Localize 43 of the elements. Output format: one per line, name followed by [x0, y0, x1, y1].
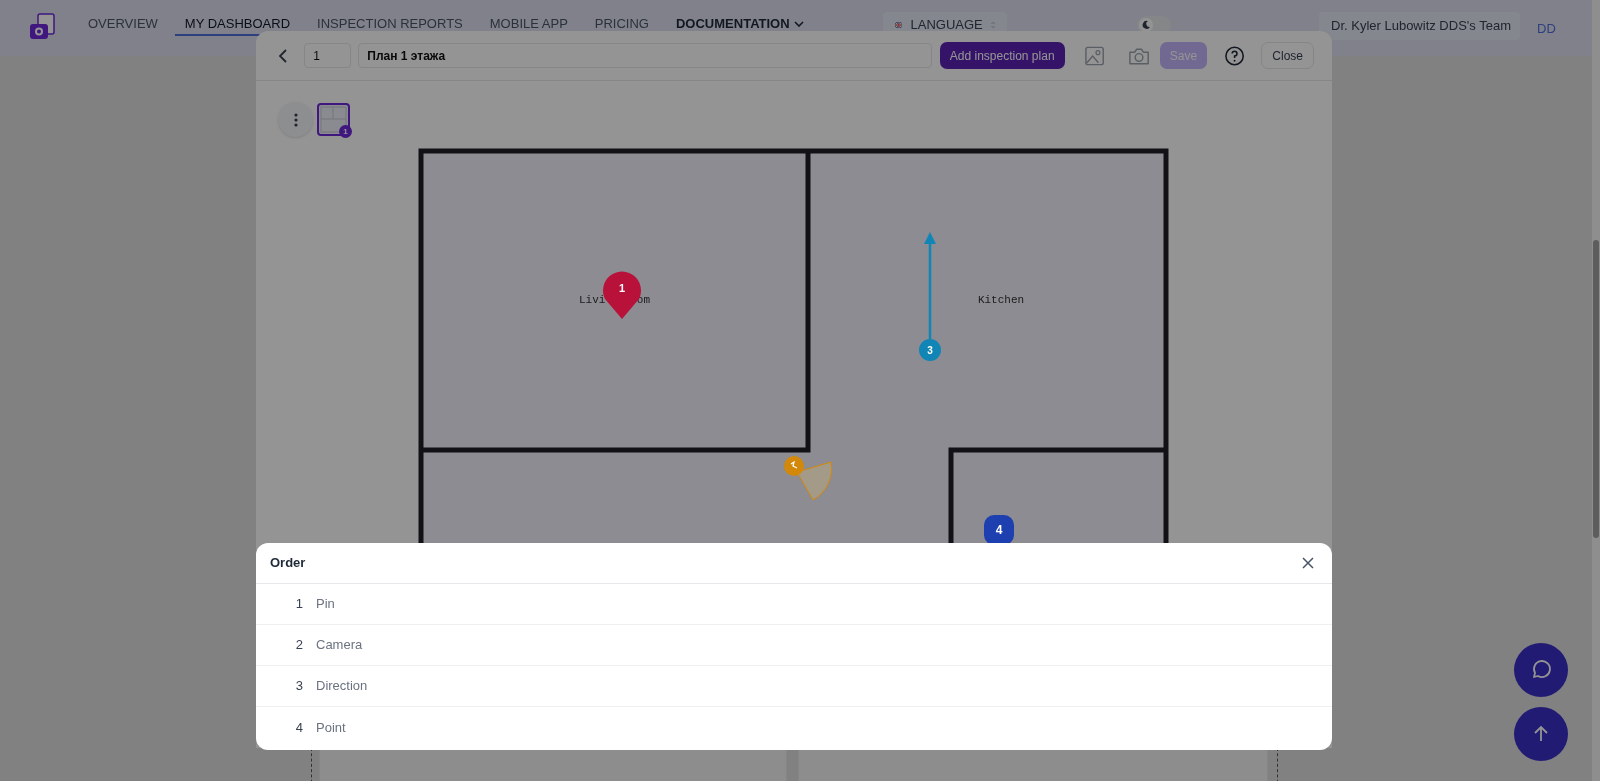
panel-title: Order [270, 554, 306, 573]
point-marker[interactable]: 4 [984, 515, 1014, 543]
add-inspection-plan-button[interactable]: Add inspection plan [939, 42, 1065, 69]
chevron-down-icon [793, 20, 804, 27]
list-row[interactable]: 1 Pin [256, 584, 1332, 625]
floor-plan-icon [319, 105, 348, 134]
scrollbar[interactable] [1592, 0, 1600, 781]
order-number: 3 [294, 677, 303, 696]
language-label: LANGUAGE [910, 16, 983, 35]
room-label: Livi [579, 294, 606, 306]
close-icon [1302, 557, 1314, 569]
team-select[interactable]: Dr. Kyler Lubowitz DDS's Team [1319, 12, 1520, 40]
count-badge: 1 [339, 125, 352, 138]
plan-title-field[interactable]: План 1 этажа [358, 43, 932, 68]
item-label: Point [316, 718, 346, 737]
list-row[interactable]: 4 Point [256, 707, 1332, 748]
chevron-left-icon [277, 48, 288, 63]
nav-link[interactable]: DOCUMENTATION [666, 11, 814, 36]
more-vertical-icon [293, 112, 298, 127]
list-row[interactable]: 2 Camera [256, 625, 1332, 666]
order-number: 1 [294, 595, 303, 614]
plan-number-field[interactable]: 1 [304, 43, 352, 68]
image-icon[interactable] [1083, 44, 1105, 67]
list-row[interactable]: 3 Direction [256, 666, 1332, 707]
plan-thumbnail[interactable]: 1 [317, 103, 350, 136]
chat-icon [1530, 659, 1552, 681]
camera-marker[interactable] [784, 456, 833, 501]
user-initials[interactable]: DD [1537, 19, 1556, 39]
order-number: 4 [294, 718, 303, 737]
close-button[interactable] [1300, 555, 1316, 571]
team-name: Dr. Kyler Lubowitz DDS's Team [1331, 17, 1511, 36]
order-number: 2 [294, 636, 303, 655]
item-label: Camera [316, 636, 363, 655]
room-label: Kitchen [977, 294, 1025, 306]
chat-button[interactable] [1514, 643, 1568, 697]
scroll-top-button[interactable] [1514, 707, 1568, 761]
flag-icon [895, 20, 903, 30]
sort-caret-icon [990, 19, 995, 31]
close-button[interactable]: Close [1261, 42, 1314, 69]
help-icon[interactable] [1224, 44, 1246, 67]
nav-link[interactable]: OVERVIEW [78, 11, 168, 36]
item-label: Direction [316, 677, 368, 696]
item-label: Pin [316, 595, 335, 614]
